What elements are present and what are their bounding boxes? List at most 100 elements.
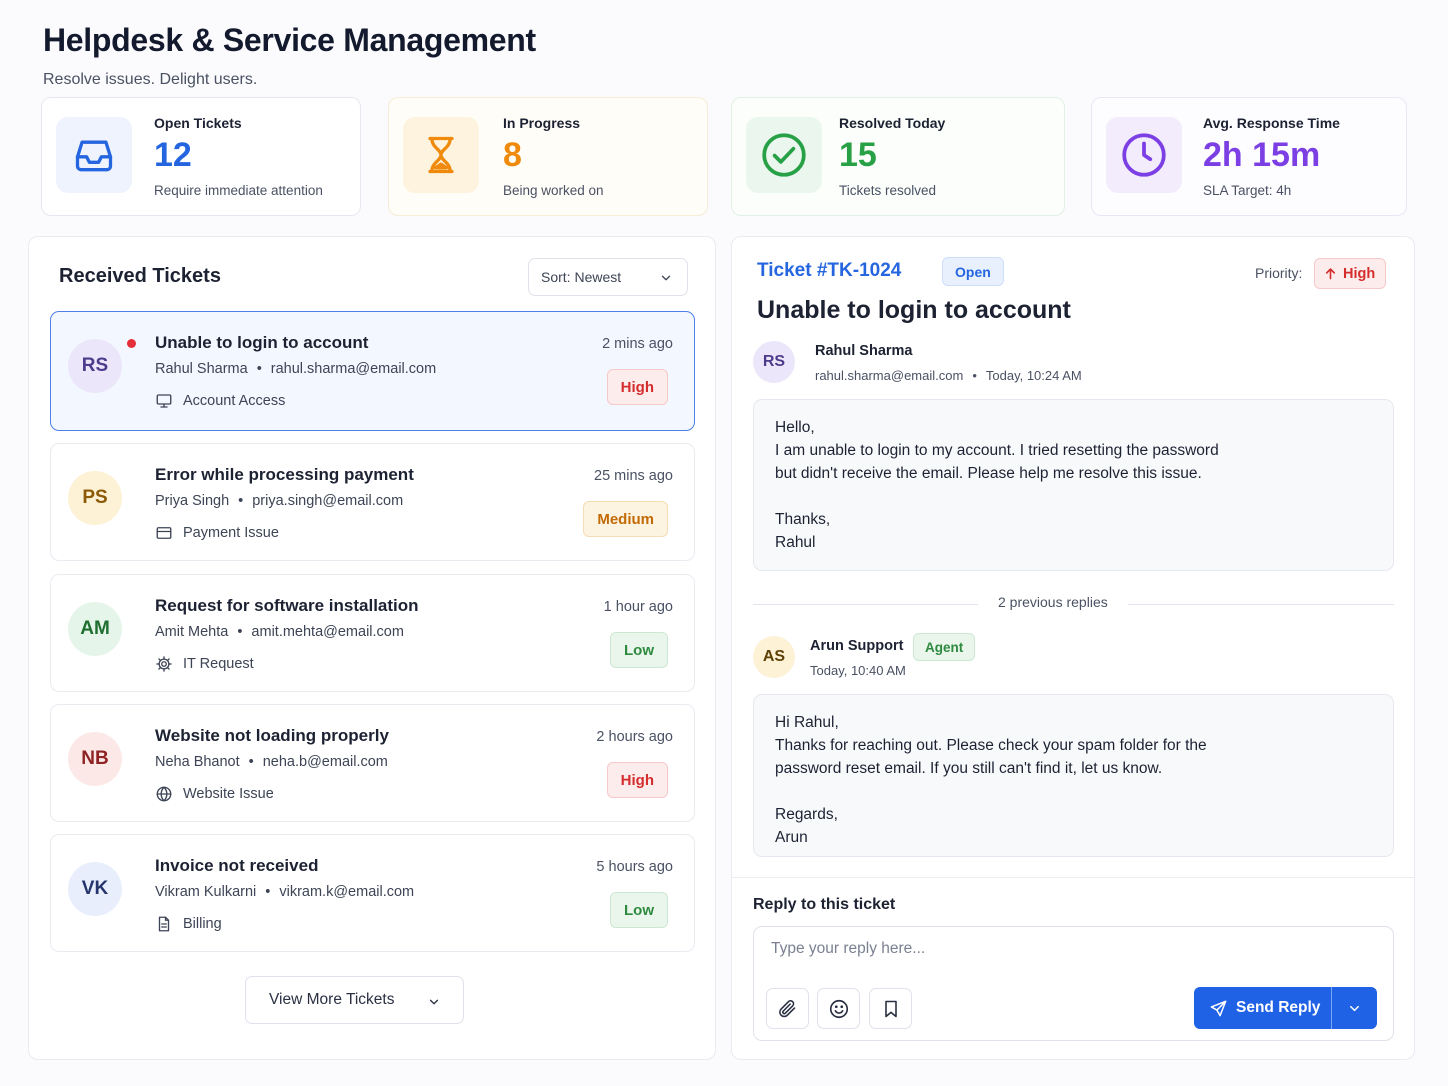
bookmark-button[interactable] — [869, 988, 912, 1029]
avatar: PS — [68, 471, 122, 525]
message-line: Thanks, — [775, 511, 831, 528]
separator-dot: • — [237, 624, 243, 640]
separator-dot: • — [248, 754, 254, 770]
view-more-tickets-button[interactable]: View More Tickets — [245, 976, 464, 1024]
message-line: Hello, — [775, 419, 815, 436]
requester-email: neha.b@email.com — [262, 754, 388, 770]
ticket-title: Invoice not received — [155, 856, 319, 875]
message-line: password reset email. If you still can't… — [775, 760, 1163, 777]
avatar: RS — [68, 339, 122, 393]
message-time: Today, 10:40 AM — [810, 663, 906, 678]
requester-name: Neha Bhanot — [155, 754, 240, 770]
stat-subtext: Require immediate attention — [154, 183, 323, 198]
avatar: AS — [753, 636, 795, 678]
send-options-button[interactable] — [1332, 987, 1377, 1029]
clock-icon — [1106, 117, 1182, 193]
send-reply-button[interactable]: Send Reply — [1194, 987, 1331, 1029]
send-reply-split-button: Send Reply — [1194, 987, 1377, 1029]
stat-card-avg-response: Avg. Response Time 2h 15m SLA Target: 4h — [1091, 97, 1407, 216]
avatar: NB — [68, 732, 122, 786]
stat-subtext: SLA Target: 4h — [1203, 183, 1292, 198]
priority-label: Priority: — [1255, 265, 1303, 281]
ticket-time: 25 mins ago — [594, 468, 673, 484]
attach-button[interactable] — [766, 988, 809, 1029]
emoji-button[interactable] — [817, 988, 860, 1029]
stat-value: 15 — [839, 136, 877, 174]
hourglass-icon — [403, 117, 479, 193]
stat-card-in-progress: In Progress 8 Being worked on — [388, 97, 708, 216]
sort-label: Sort: Newest — [541, 269, 622, 285]
category-label: Website Issue — [183, 786, 274, 802]
ticket-list-panel: Received Tickets Sort: Newest RS Unable … — [28, 236, 716, 1060]
requester-email: vikram.k@email.com — [279, 884, 415, 900]
separator-dot: • — [238, 493, 244, 509]
category-label: Billing — [183, 916, 222, 932]
separator-dot: • — [972, 368, 977, 383]
stat-label: Resolved Today — [839, 115, 946, 131]
category-label: Payment Issue — [183, 525, 279, 541]
avatar: AM — [68, 602, 122, 656]
stat-card-resolved-today: Resolved Today 15 Tickets resolved — [731, 97, 1065, 216]
send-label: Send Reply — [1236, 999, 1321, 1016]
message-time: Today, 10:24 AM — [985, 368, 1082, 383]
globe-icon — [156, 786, 172, 802]
ticket-item[interactable]: AM Request for software installation Ami… — [50, 574, 695, 692]
stat-value: 12 — [154, 136, 192, 174]
agent-role-badge: Agent — [913, 633, 976, 661]
ticket-item[interactable]: NB Website not loading properly Neha Bha… — [50, 704, 695, 822]
ticket-id[interactable]: Ticket #TK-1024 — [757, 260, 901, 282]
message-line: I am unable to login to my account. I tr… — [775, 442, 1219, 459]
ticket-category: Payment Issue — [155, 524, 279, 542]
gear-icon — [156, 656, 172, 672]
smiley-icon — [829, 999, 848, 1018]
message-line: Thanks for reaching out. Please check yo… — [775, 737, 1207, 754]
page-title: Helpdesk & Service Management — [43, 22, 536, 58]
inbox-icon — [56, 117, 132, 193]
message-line: Hi Rahul, — [775, 714, 839, 731]
ticket-title: Website not loading properly — [155, 726, 389, 745]
stat-label: Avg. Response Time — [1203, 115, 1340, 131]
credit-card-icon — [156, 527, 172, 539]
message-line: but didn't receive the email. Please hel… — [775, 465, 1202, 482]
paperclip-icon — [779, 1000, 796, 1018]
ticket-subject: Unable to login to account — [757, 296, 1071, 324]
message-line: Arun — [775, 829, 808, 846]
ticket-item[interactable]: PS Error while processing payment Priya … — [50, 443, 695, 561]
sort-dropdown[interactable]: Sort: Newest — [528, 258, 688, 296]
priority-badge: High — [606, 369, 668, 405]
requester-email: rahul.sharma@email.com — [815, 368, 964, 383]
requester-name: Rahul Sharma — [815, 343, 913, 359]
ticket-item[interactable]: VK Invoice not received Vikram Kulkarni •… — [50, 834, 695, 952]
ticket-time: 1 hour ago — [603, 599, 673, 615]
ticket-requester: Vikram Kulkarni • vikram.k@email.com — [155, 884, 414, 900]
priority-value: High — [1343, 265, 1376, 282]
priority-badge: High — [1314, 258, 1387, 289]
chevron-down-icon — [661, 275, 671, 281]
stat-label: In Progress — [503, 115, 581, 131]
requester-name: Vikram Kulkarni — [155, 884, 257, 900]
separator-dot: • — [256, 361, 262, 377]
agent-message: Hi Rahul, Thanks for reaching out. Pleas… — [753, 694, 1394, 857]
ticket-detail-panel: Ticket #TK-1024 Open Priority: High Unab… — [731, 236, 1415, 1060]
ticket-title: Request for software installation — [155, 596, 419, 615]
ticket-category: Billing — [155, 915, 222, 933]
monitor-icon — [156, 394, 172, 408]
avatar: VK — [68, 862, 122, 916]
message-line — [775, 485, 1372, 508]
priority-badge: High — [606, 762, 668, 798]
priority-badge: Low — [610, 892, 668, 928]
ticket-time: 2 hours ago — [596, 729, 673, 745]
stat-value: 2h 15m — [1203, 136, 1321, 174]
arrow-up-icon — [1325, 268, 1336, 280]
reply-input[interactable] — [771, 940, 1371, 958]
bookmark-icon — [884, 1000, 897, 1017]
status-badge: Open — [942, 257, 1004, 286]
ticket-item[interactable]: RS Unable to login to account Rahul Shar… — [50, 311, 695, 431]
priority-badge: Medium — [583, 501, 668, 537]
previous-replies-toggle[interactable]: 2 previous replies — [978, 594, 1128, 610]
stat-subtext: Tickets resolved — [839, 183, 937, 198]
avatar: RS — [753, 341, 795, 383]
stat-subtext: Being worked on — [503, 183, 604, 198]
send-icon — [1210, 1000, 1227, 1016]
priority-badge: Low — [610, 632, 668, 668]
